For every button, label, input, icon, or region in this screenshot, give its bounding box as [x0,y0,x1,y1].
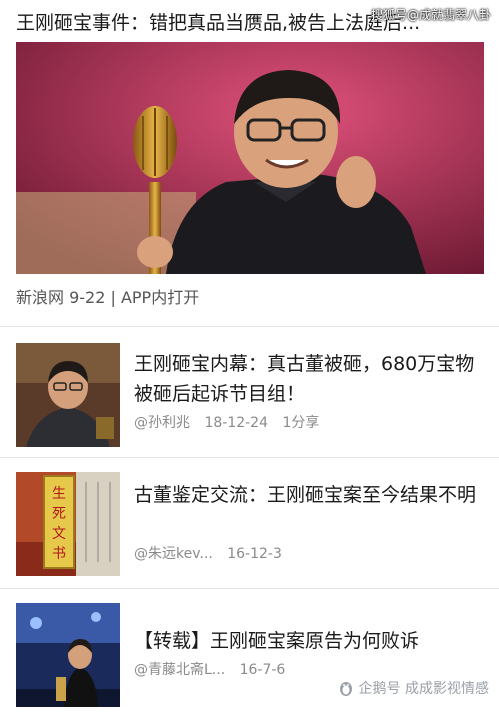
list-item[interactable]: 生 死 文 书 古董鉴定交流：王刚砸宝案至今结果不明 @朱远kev... 16-… [0,458,499,588]
article-thumbnail[interactable] [16,603,120,707]
portrait-thumbnail-icon [16,343,120,447]
article-author[interactable]: @青藤北斋L... [134,662,225,678]
article-meta: @孙利兆 18-12-24 1分享 [134,412,329,434]
article-title[interactable]: 王刚砸宝内幕：真古董被砸，680万宝物被砸后起诉节目组！ [134,349,486,409]
article-author[interactable]: @朱远kev... [134,546,213,562]
svg-text:死: 死 [52,506,66,522]
featured-article[interactable]: 王刚砸宝事件：错把真品当赝品,被告上法庭后... 搜狐号@成就翡翠八卦 新浪网 … [0,0,499,326]
article-thumbnail[interactable]: 生 死 文 书 [16,472,120,576]
featured-article-source[interactable]: 新浪网 9-22 | APP内打开 [16,286,199,310]
bottom-watermark: 企鹅号 成成影视情感 [339,678,489,698]
list-item[interactable]: 王刚砸宝内幕：真古董被砸，680万宝物被砸后起诉节目组！ @孙利兆 18-12-… [0,327,499,457]
list-item[interactable]: 【转载】王刚砸宝案原告为何败诉 @青藤北斋L... 16-7-6 [0,589,499,719]
article-title[interactable]: 古董鉴定交流：王刚砸宝案至今结果不明 [134,480,486,510]
article-title[interactable]: 【转载】王刚砸宝案原告为何败诉 [134,626,486,656]
svg-text:生: 生 [52,486,66,502]
penguin-icon [339,682,352,696]
stage-thumbnail-icon [16,603,120,707]
host-holding-mace-illustration [16,42,484,274]
article-date: 18-12-24 [204,415,268,431]
article-author[interactable]: @孙利兆 [134,415,190,431]
article-thumbnail[interactable] [16,343,120,447]
svg-text:书: 书 [52,546,66,562]
article-meta: @朱远kev... 16-12-3 [134,543,292,565]
article-date: 16-12-3 [227,546,282,562]
top-watermark: 搜狐号@成就翡翠八卦 [370,8,491,22]
bottom-watermark-text: 企鹅号 成成影视情感 [358,681,489,697]
svg-text:文: 文 [52,526,66,542]
article-date: 16-7-6 [239,662,286,678]
scroll-document-thumbnail-icon: 生 死 文 书 [16,472,120,576]
article-shares: 1分享 [282,415,320,431]
article-meta: @青藤北斋L... 16-7-6 [134,659,295,681]
featured-article-image[interactable] [16,42,484,274]
